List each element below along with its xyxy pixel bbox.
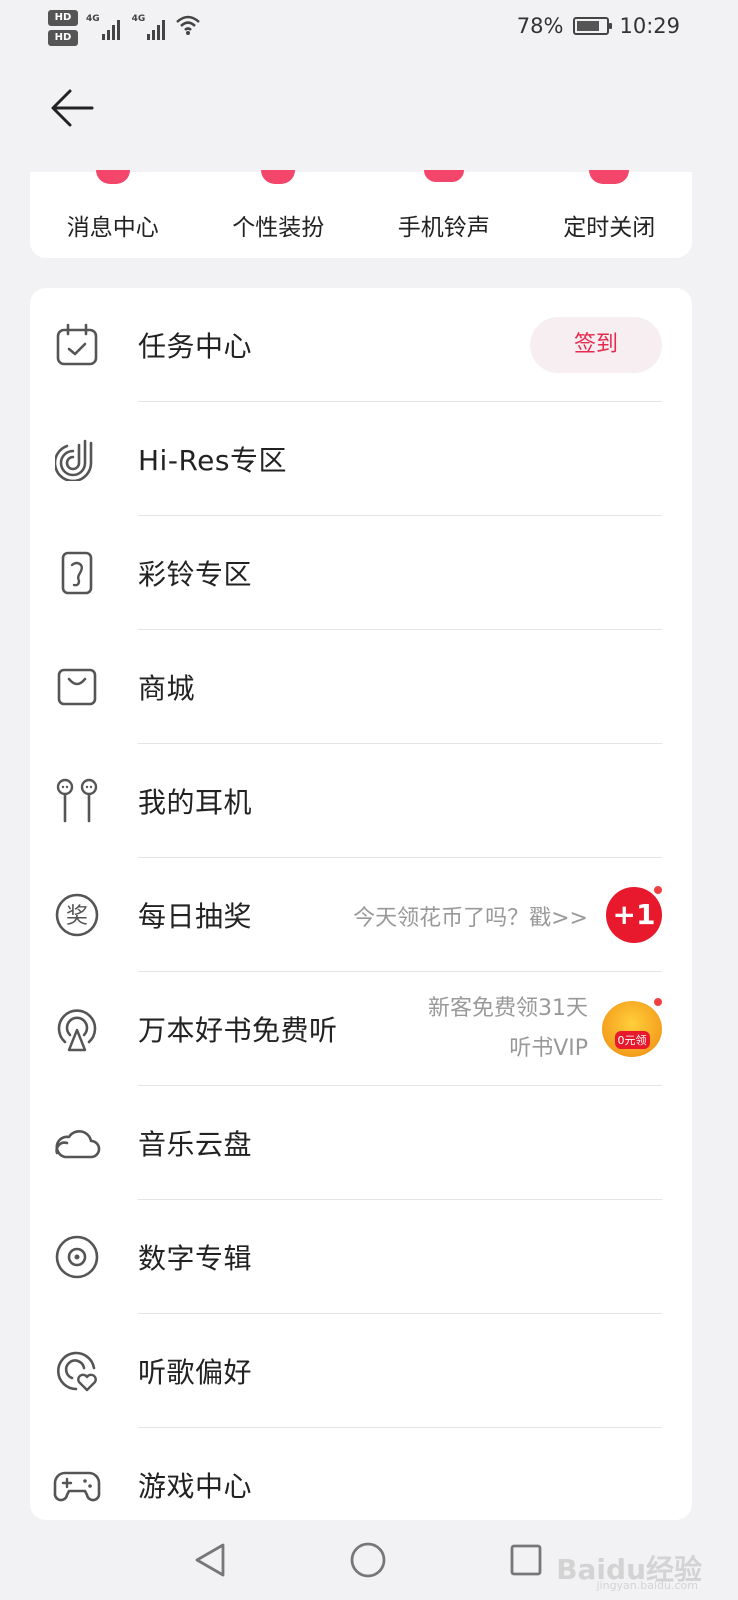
earphones-icon (52, 776, 102, 826)
menu-item-game-center[interactable]: 游戏中心 (30, 1428, 692, 1520)
sign-in-button[interactable]: 签到 (530, 317, 662, 373)
quick-action-timer[interactable]: 定时关闭 (527, 170, 693, 258)
menu-item-label: 数字专辑 (138, 1242, 253, 1275)
arrow-left-icon (51, 89, 94, 127)
status-left: HD HD 4G 4G (48, 10, 201, 46)
menu-item-label: Hi-Res专区 (138, 444, 287, 477)
menu-item-cloud-drive[interactable]: 音乐云盘 (30, 1086, 692, 1200)
crown-badge-icon[interactable]: 0元领 (602, 1001, 662, 1057)
menu-item-label: 我的耳机 (138, 786, 253, 819)
menu-item-label: 每日抽奖 (138, 900, 253, 933)
circle-home-icon (350, 1542, 386, 1578)
battery-icon (573, 17, 613, 35)
menu-item-label: 任务中心 (138, 330, 253, 363)
calendar-check-icon (52, 320, 102, 370)
navigation-bar: Baidu经验 jingyan.baidu.com (0, 1520, 738, 1600)
square-recent-icon (510, 1544, 542, 1576)
nav-home-button[interactable] (346, 1538, 390, 1582)
notification-dot (652, 996, 664, 1008)
hd-badge-2: HD (48, 30, 78, 46)
lottery-icon: 奖 (52, 890, 102, 940)
status-bar: HD HD 4G 4G 78% 10:29 (0, 0, 738, 62)
svg-text:奖: 奖 (66, 904, 88, 929)
menu-item-store[interactable]: 商城 (30, 630, 692, 744)
preference-icon (52, 1346, 102, 1396)
baidu-watermark: Baidu经验 jingyan.baidu.com (556, 1548, 702, 1592)
menu-item-daily-lottery[interactable]: 奖 每日抽奖 今天领花币了吗？戳>> +1 (30, 858, 692, 972)
menu-item-listening-preference[interactable]: 听歌偏好 (30, 1314, 692, 1428)
network-type-1: 4G (86, 14, 100, 24)
menu-item-label: 万本好书免费听 (138, 1014, 338, 1047)
wifi-icon (176, 15, 201, 35)
menu-item-label: 商城 (138, 672, 196, 705)
message-icon (95, 170, 130, 184)
menu-item-label: 听歌偏好 (138, 1356, 253, 1389)
quick-actions-card: 消息中心 个性装扮 手机铃声 定时关闭 (30, 170, 693, 258)
quick-action-ringtone[interactable]: 手机铃声 (361, 170, 527, 258)
menu-item-task-center[interactable]: 任务中心 签到 (30, 288, 692, 402)
audiobook-hint-line-2: 听书VIP (509, 1036, 588, 1061)
clock: 10:29 (619, 14, 680, 38)
podcast-icon (52, 1004, 102, 1054)
hires-icon (52, 434, 102, 484)
quick-action-label: 定时关闭 (563, 215, 656, 241)
plus-one-badge[interactable]: +1 (606, 887, 662, 943)
menu-item-earphones[interactable]: 我的耳机 (30, 744, 692, 858)
bell-icon (423, 170, 464, 182)
audiobook-hint-line-1: 新客免费领31天 (428, 996, 588, 1021)
quick-action-label: 个性装扮 (232, 215, 325, 241)
hd-badges: HD HD (48, 10, 78, 46)
quick-action-label: 消息中心 (66, 215, 159, 241)
lottery-hint: 今天领花币了吗？戳>> (353, 906, 588, 931)
nav-back-button[interactable] (188, 1538, 232, 1582)
signal-1-icon: 4G (86, 14, 122, 40)
notification-dot (652, 884, 664, 896)
status-right: 78% 10:29 (517, 14, 680, 38)
quick-action-messages[interactable]: 消息中心 (30, 170, 196, 258)
battery-percent: 78% (516, 14, 564, 38)
menu-item-hires[interactable]: Hi-Res专区 (30, 402, 692, 516)
network-type-2: 4G (131, 14, 146, 24)
vip-badge-text: 0元领 (614, 1031, 650, 1049)
menu-item-digital-album[interactable]: 数字专辑 (30, 1200, 692, 1314)
menu-item-label: 游戏中心 (138, 1470, 253, 1503)
hd-badge-1: HD (48, 10, 78, 26)
back-button[interactable] (46, 86, 98, 130)
signal-2-icon: 4G (132, 14, 168, 40)
menu-item-label: 彩铃专区 (138, 558, 253, 591)
watermark-sub: jingyan.baidu.com (596, 1579, 698, 1592)
cloud-icon (52, 1118, 102, 1168)
bag-icon (52, 662, 102, 712)
disc-icon (52, 1232, 102, 1282)
menu-item-ringback[interactable]: 彩铃专区 (30, 516, 692, 630)
quick-action-dressup[interactable]: 个性装扮 (196, 170, 362, 258)
triangle-back-icon (195, 1543, 225, 1577)
menu-item-free-audiobooks[interactable]: 万本好书免费听 新客免费领31天 听书VIP 0元领 (30, 972, 692, 1086)
quick-action-label: 手机铃声 (397, 215, 490, 241)
nav-recent-button[interactable] (504, 1538, 548, 1582)
battery-fill (577, 21, 600, 31)
menu-card: 任务中心 签到 Hi-Res专区 彩铃专区 商城 我的耳机 奖 每日抽奖 今天领… (30, 288, 692, 1520)
shirt-icon (261, 170, 296, 184)
gamepad-icon (52, 1460, 102, 1510)
menu-item-label: 音乐云盘 (138, 1128, 253, 1161)
timer-icon (589, 170, 630, 184)
ringtone-icon (52, 548, 102, 598)
